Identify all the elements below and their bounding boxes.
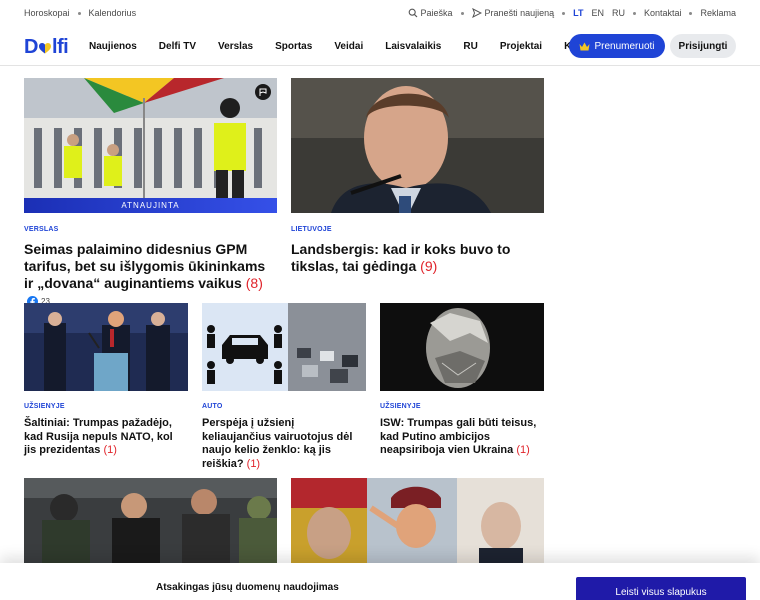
- report-news-label: Pranešti naujieną: [484, 8, 555, 18]
- lang-lt[interactable]: LT: [573, 8, 583, 18]
- cookie-banner: Atsakingas jūsų duomenų naudojimas Leist…: [0, 563, 760, 600]
- article-image: [291, 78, 544, 213]
- headline-text: ISW: Trumpas gali būti teisus, kad Putin…: [380, 417, 537, 456]
- search-link[interactable]: Paieška: [408, 8, 453, 18]
- comment-count[interactable]: (8): [246, 275, 263, 291]
- article-image: [291, 478, 544, 563]
- article-category[interactable]: AUTO: [202, 403, 223, 410]
- nav-item-laisvalaikis[interactable]: Laisvalaikis: [385, 41, 441, 52]
- crown-icon: [579, 42, 590, 50]
- subscribe-button[interactable]: Prenumeruoti: [569, 34, 665, 58]
- nav-item-veidai[interactable]: Veidai: [334, 41, 363, 52]
- ads-link[interactable]: Reklama: [700, 8, 736, 18]
- utility-left: Horoskopai Kalendorius: [24, 8, 136, 18]
- accept-all-cookies-button[interactable]: Leisti visus slapukus: [576, 577, 746, 600]
- utility-bar: Horoskopai Kalendorius Paieška Pranešti …: [0, 0, 760, 26]
- headline-text: Šaltiniai: Trumpas pažadėjo, kad Rusija …: [24, 417, 173, 456]
- separator-dot: [77, 11, 81, 15]
- article-image: ATNAUJINTA: [24, 78, 277, 213]
- article-card[interactable]: UŽSIENYJE ISW: Trumpas gali būti teisus,…: [380, 303, 544, 463]
- comment-count[interactable]: (1): [247, 458, 260, 470]
- lang-ru[interactable]: RU: [612, 8, 625, 18]
- bookmark-button[interactable]: [255, 84, 271, 100]
- comment-count[interactable]: (1): [516, 444, 529, 456]
- separator-dot: [632, 11, 636, 15]
- article-headline[interactable]: Perspėja į užsienį keliaujančius vairuot…: [202, 417, 366, 471]
- login-button[interactable]: Prisijungti: [670, 34, 736, 58]
- article-card-featured[interactable]: ATNAUJINTA VERSLAS Seimas palaimino dide…: [24, 78, 277, 307]
- article-headline[interactable]: Šaltiniai: Trumpas pažadėjo, kad Rusija …: [24, 417, 188, 458]
- headline-text: Perspėja į užsienį keliaujančius vairuot…: [202, 417, 353, 470]
- article-headline[interactable]: Landsbergis: kad ir koks buvo to tikslas…: [291, 241, 544, 275]
- separator-dot: [562, 11, 566, 15]
- nav-item-projektai[interactable]: Projektai: [500, 41, 542, 52]
- article-card[interactable]: UŽSIENYJE Šaltiniai: Trumpas pažadėjo, k…: [24, 303, 188, 463]
- putin-photo: [380, 303, 544, 391]
- trump-nato-photo: [24, 303, 188, 391]
- nav-item-ru[interactable]: RU: [463, 41, 477, 52]
- flag-icon: [259, 88, 267, 96]
- main-menu: Naujienos Delfi TV Verslas Sportas Veida…: [89, 41, 583, 52]
- separator-dot: [689, 11, 693, 15]
- utility-right: Paieška Pranešti naujieną LT EN RU Konta…: [408, 8, 736, 18]
- send-icon: [471, 8, 482, 18]
- article-category[interactable]: VERSLAS: [24, 226, 58, 233]
- nav-item-delfi-tv[interactable]: Delfi TV: [159, 41, 196, 52]
- subscribe-label: Prenumeruoti: [594, 40, 655, 52]
- article-headline[interactable]: ISW: Trumpas gali būti teisus, kad Putin…: [380, 417, 544, 458]
- leaders-collage-photo: [291, 478, 544, 563]
- report-news-link[interactable]: Pranešti naujieną: [471, 8, 555, 18]
- article-category[interactable]: UŽSIENYJE: [24, 403, 65, 410]
- delfi-logo[interactable]: D lfi: [24, 36, 69, 59]
- updated-badge: ATNAUJINTA: [24, 198, 277, 213]
- logo-text-right: lfi: [51, 36, 69, 58]
- search-label: Paieška: [420, 8, 453, 18]
- article-image: [380, 303, 544, 391]
- crowd-photo: [24, 478, 277, 563]
- seimas-photo: [24, 78, 277, 213]
- logo-text-left: D: [24, 36, 38, 58]
- article-card[interactable]: LIETUVOJE Landsbergis: kad ir koks buvo …: [291, 78, 544, 278]
- nav-item-sportas[interactable]: Sportas: [275, 41, 312, 52]
- landsbergis-photo: [291, 78, 544, 213]
- nav-item-naujienos[interactable]: Naujienos: [89, 41, 137, 52]
- headline-text: Landsbergis: kad ir koks buvo to tikslas…: [291, 241, 511, 274]
- article-category[interactable]: LIETUVOJE: [291, 226, 332, 233]
- article-image: [24, 478, 277, 563]
- comment-count[interactable]: (9): [420, 258, 437, 274]
- search-icon: [408, 8, 417, 18]
- article-card[interactable]: [291, 478, 544, 563]
- headline-text: Seimas palaimino didesnius GPM tarifus, …: [24, 241, 266, 291]
- horoscopes-link[interactable]: Horoskopai: [24, 8, 70, 18]
- main-nav: D lfi Naujienos Delfi TV Verslas Sportas…: [0, 28, 760, 66]
- article-card[interactable]: AUTO Perspėja į užsienį keliaujančius va…: [202, 303, 366, 470]
- article-image: [202, 303, 366, 391]
- article-card[interactable]: [24, 478, 277, 563]
- article-category[interactable]: UŽSIENYJE: [380, 403, 421, 410]
- contacts-link[interactable]: Kontaktai: [644, 8, 682, 18]
- article-headline[interactable]: Seimas palaimino didesnius GPM tarifus, …: [24, 241, 277, 310]
- calendar-link[interactable]: Kalendorius: [89, 8, 137, 18]
- cookie-title: Atsakingas jūsų duomenų naudojimas: [156, 582, 339, 593]
- comment-count[interactable]: (1): [103, 444, 116, 456]
- article-image: [24, 303, 188, 391]
- nav-item-verslas[interactable]: Verslas: [218, 41, 253, 52]
- separator-dot: [460, 11, 464, 15]
- lang-en[interactable]: EN: [591, 8, 604, 18]
- road-sign-photo: [202, 303, 366, 391]
- heart-logo-icon: [38, 43, 51, 54]
